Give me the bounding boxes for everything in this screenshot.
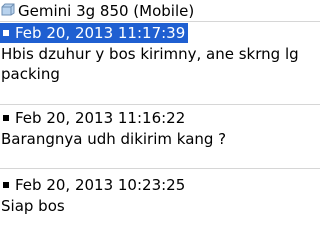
message-header[interactable]: Feb 20, 2013 11:16:22 <box>0 108 320 128</box>
message-header[interactable]: Feb 20, 2013 11:17:39 <box>0 23 320 43</box>
message-header[interactable]: Feb 20, 2013 10:23:25 <box>0 175 320 195</box>
folder-icon <box>1 2 16 17</box>
bullet-icon <box>3 30 9 36</box>
title-bar: Gemini 3g 850 (Mobile) <box>0 0 320 22</box>
message-item[interactable]: Feb 20, 2013 11:16:22 Barangnya udh diki… <box>0 108 320 149</box>
message-item[interactable]: Feb 20, 2013 10:23:25 Siap bos <box>0 175 320 216</box>
message-body: Hbis dzuhur y bos kirimny, ane skrng lg … <box>1 45 304 83</box>
message-body: Barangnya udh dikirim kang ? <box>1 130 227 148</box>
message-item[interactable]: Feb 20, 2013 11:17:39 Hbis dzuhur y bos … <box>0 23 320 84</box>
message-body: Siap bos <box>1 197 65 215</box>
message-timestamp: Feb 20, 2013 10:23:25 <box>15 176 186 194</box>
divider <box>0 104 320 105</box>
divider <box>0 168 320 169</box>
conversation-title: Gemini 3g 850 (Mobile) <box>18 1 195 20</box>
bullet-icon <box>3 115 9 121</box>
message-timestamp: Feb 20, 2013 11:16:22 <box>15 109 186 127</box>
message-timestamp: Feb 20, 2013 11:17:39 <box>15 24 186 42</box>
bullet-icon <box>3 182 9 188</box>
